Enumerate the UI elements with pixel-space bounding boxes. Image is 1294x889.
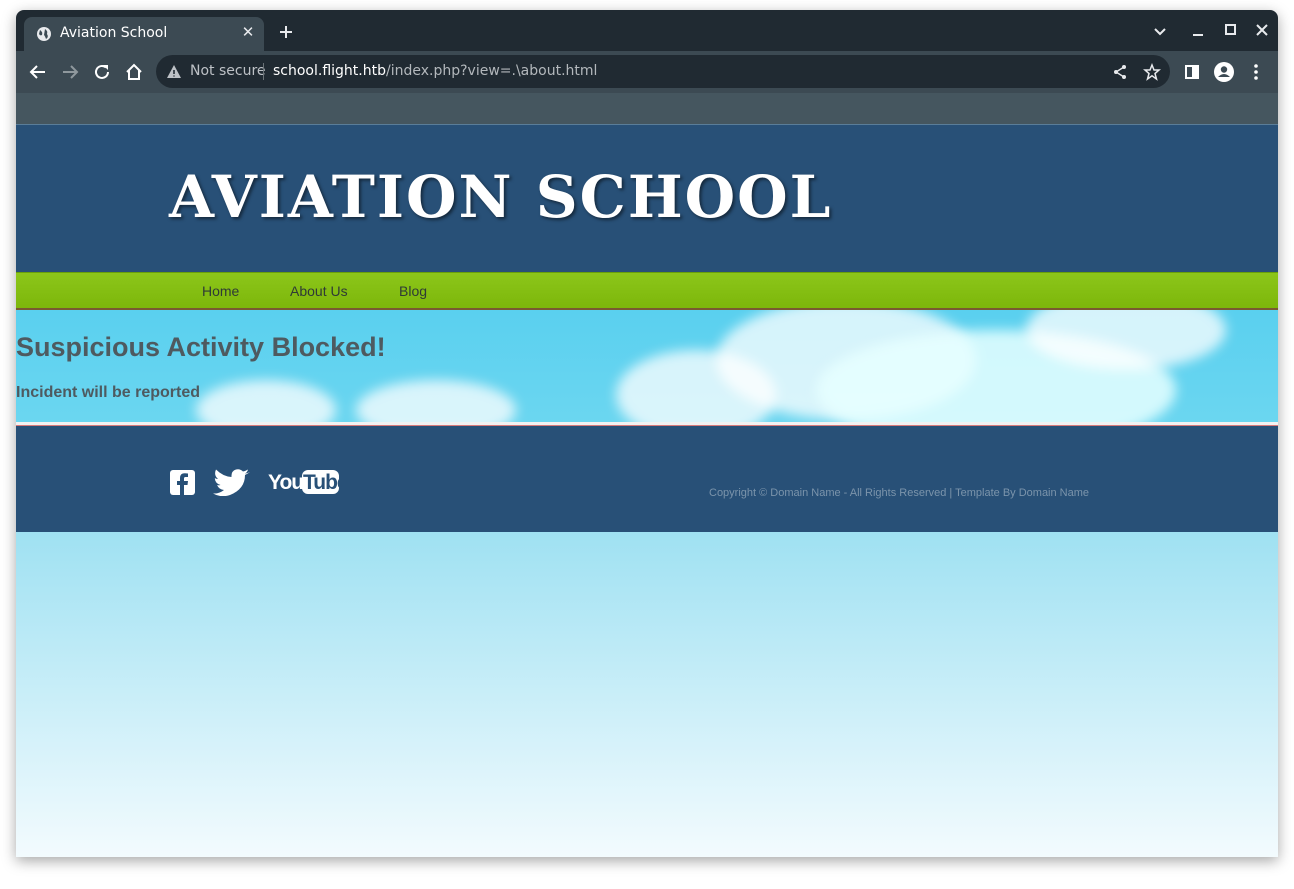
menu-kebab-icon[interactable] xyxy=(1245,61,1267,83)
twitter-icon[interactable] xyxy=(213,468,251,496)
youtube-text-tube: Tube xyxy=(303,471,342,494)
tab-search-icon[interactable] xyxy=(1148,20,1172,42)
back-icon[interactable] xyxy=(27,61,49,83)
site-title: AVIATION SCHOOL xyxy=(169,163,833,231)
cloud-shape xyxy=(196,380,336,422)
hero-banner: Suspicious Activity Blocked! Incident wi… xyxy=(16,310,1278,422)
minimize-icon[interactable] xyxy=(1186,20,1210,42)
close-window-icon[interactable] xyxy=(1250,20,1274,42)
browser-window: Aviation School ✕ Not secure school.flig… xyxy=(16,10,1278,857)
site-header: AVIATION SCHOOL xyxy=(16,124,1278,272)
url-text[interactable]: school.flight.htb/index.php?view=.\about… xyxy=(273,63,597,79)
maximize-icon[interactable] xyxy=(1218,20,1242,42)
profile-avatar-icon[interactable] xyxy=(1213,61,1235,83)
side-panel-icon[interactable] xyxy=(1181,61,1203,83)
share-icon[interactable] xyxy=(1111,63,1129,81)
forward-icon[interactable] xyxy=(59,61,81,83)
tab-strip: Aviation School ✕ xyxy=(16,10,1278,51)
youtube-text-you: You xyxy=(268,471,303,494)
site-footer: You Tube Copyright © Domain Name - All R… xyxy=(16,426,1278,532)
bookmark-star-icon[interactable] xyxy=(1143,63,1161,81)
cloud-shape xyxy=(356,380,516,422)
close-tab-icon[interactable]: ✕ xyxy=(240,25,256,41)
globe-icon xyxy=(37,27,51,41)
incident-message: Incident will be reported xyxy=(16,384,201,401)
page-content: AVIATION SCHOOL Home About Us Blog Suspi… xyxy=(16,124,1278,857)
reload-icon[interactable] xyxy=(91,61,113,83)
omnibox-separator xyxy=(263,63,264,80)
nav-home[interactable]: Home xyxy=(202,283,239,299)
new-tab-icon[interactable] xyxy=(276,22,296,42)
browser-toolbar: Not secure school.flight.htb/index.php?v… xyxy=(16,51,1278,93)
youtube-icon[interactable]: You Tube xyxy=(268,467,342,495)
nav-blog[interactable]: Blog xyxy=(399,283,427,299)
blocked-heading: Suspicious Activity Blocked! xyxy=(16,332,386,362)
url-host: school.flight.htb xyxy=(273,63,386,79)
tab-aviation-school[interactable]: Aviation School ✕ xyxy=(24,17,264,51)
tab-title: Aviation School xyxy=(60,25,168,41)
nav-about-us[interactable]: About Us xyxy=(290,283,348,299)
copyright-text: Copyright © Domain Name - All Rights Res… xyxy=(709,487,1090,499)
bookmarks-bar xyxy=(16,93,1278,124)
url-path: /index.php?view=.\about.html xyxy=(386,63,598,79)
warning-icon[interactable] xyxy=(166,64,182,80)
home-icon[interactable] xyxy=(123,61,145,83)
address-bar[interactable]: Not secure school.flight.htb/index.php?v… xyxy=(156,55,1170,88)
facebook-icon[interactable] xyxy=(170,470,195,495)
not-secure-label[interactable]: Not secure xyxy=(190,63,266,79)
main-nav: Home About Us Blog xyxy=(16,272,1278,310)
